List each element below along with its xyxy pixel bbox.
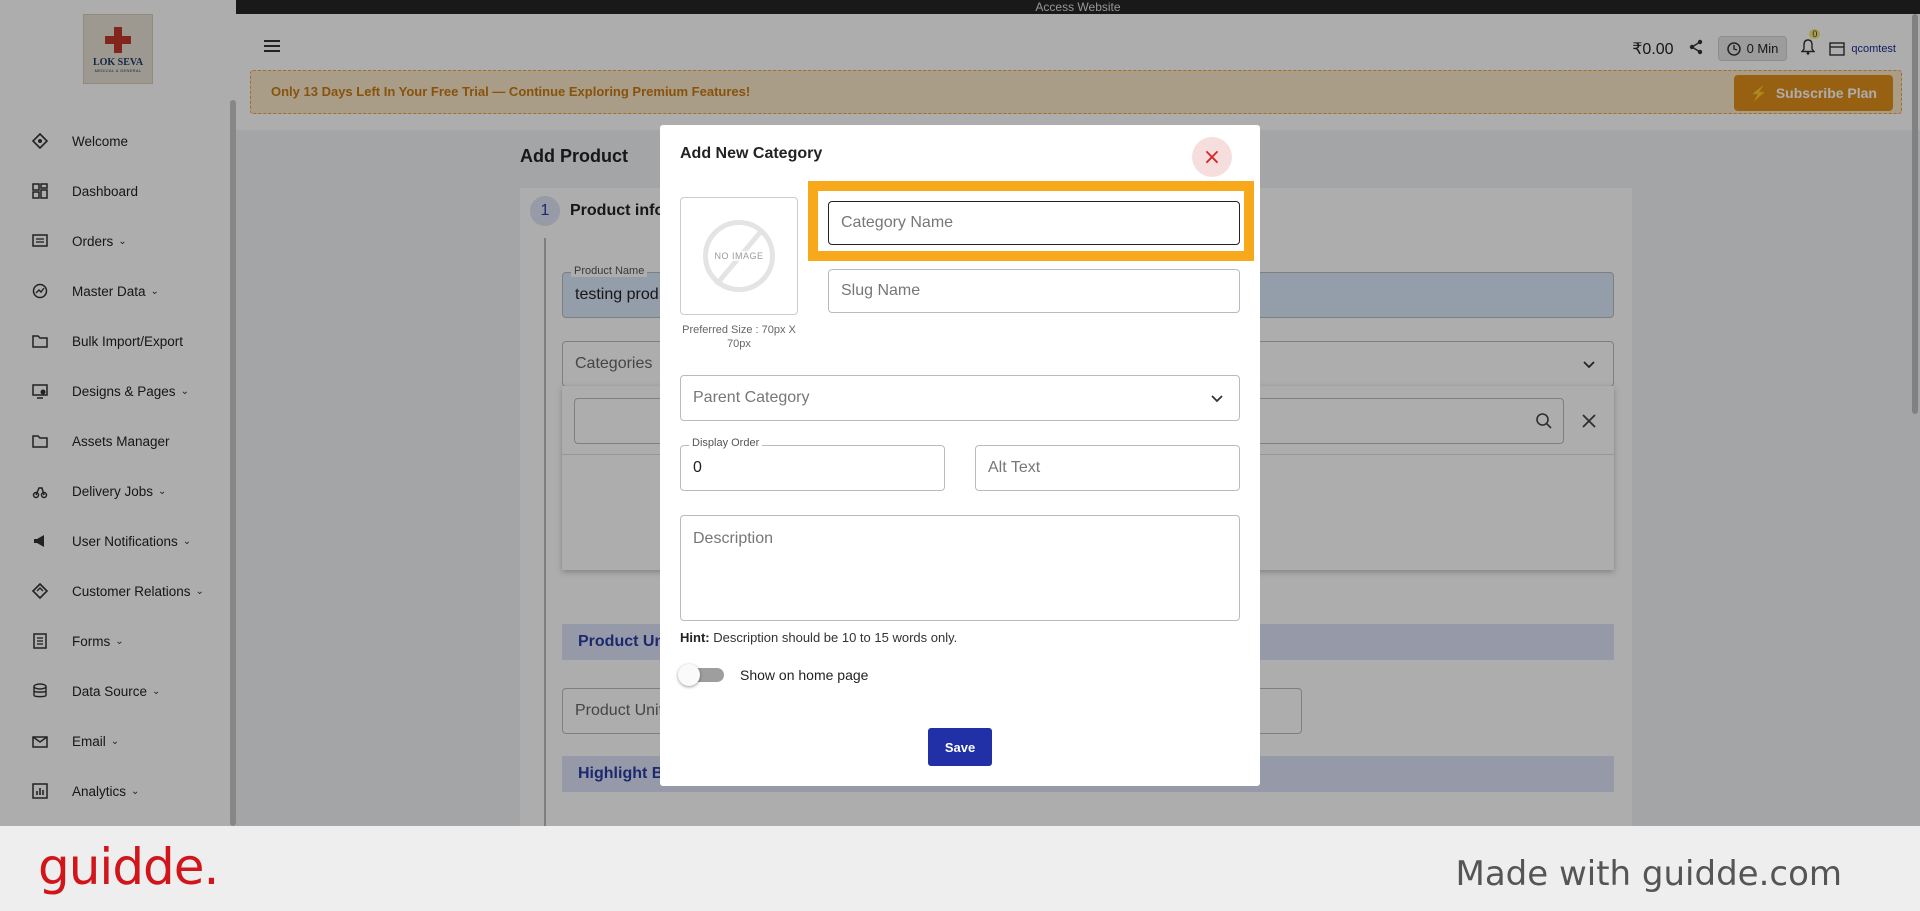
show-home-toggle[interactable] <box>678 664 724 686</box>
guidde-footer: guidde. Made with guidde.com <box>0 826 1920 911</box>
parent-category-placeholder: Parent Category <box>693 389 810 406</box>
alt-text-placeholder: Alt Text <box>988 459 1041 476</box>
toggle-knob <box>678 664 700 686</box>
category-name-placeholder: Category Name <box>841 214 954 231</box>
slug-name-input[interactable]: Slug Name <box>828 269 1240 313</box>
add-category-modal: Add New Category × NO IMAGE Preferred Si… <box>660 125 1260 786</box>
slug-name-placeholder: Slug Name <box>841 282 921 299</box>
hint-label: Hint: <box>680 630 710 645</box>
category-image-upload[interactable]: NO IMAGE <box>680 197 798 315</box>
display-order-label: Display Order <box>689 437 763 449</box>
display-order-input[interactable]: Display Order 0 <box>680 437 945 491</box>
parent-category-select[interactable]: Parent Category <box>680 375 1240 421</box>
hint-text: Description should be 10 to 15 words onl… <box>713 630 958 645</box>
description-textarea[interactable]: Description <box>680 515 1240 621</box>
guidde-logo: guidde. <box>38 838 219 896</box>
category-name-input[interactable]: Category Name <box>828 201 1240 245</box>
show-home-label: Show on home page <box>740 667 869 683</box>
description-hint: Hint: Description should be 10 to 15 wor… <box>680 630 957 645</box>
alt-text-input[interactable]: Alt Text <box>975 445 1240 491</box>
description-placeholder: Description <box>693 530 774 547</box>
chevron-down-icon <box>1209 390 1225 411</box>
close-modal-button[interactable]: × <box>1192 137 1232 177</box>
save-button[interactable]: Save <box>928 728 992 766</box>
made-with-text: Made with guidde.com <box>1455 854 1842 894</box>
no-image-text: NO IMAGE <box>714 251 764 261</box>
no-image-icon: NO IMAGE <box>703 220 775 292</box>
modal-title: Add New Category <box>680 145 823 162</box>
display-order-value: 0 <box>693 459 702 476</box>
image-size-hint: Preferred Size : 70px X 70px <box>682 324 796 350</box>
close-icon: × <box>1202 144 1222 170</box>
